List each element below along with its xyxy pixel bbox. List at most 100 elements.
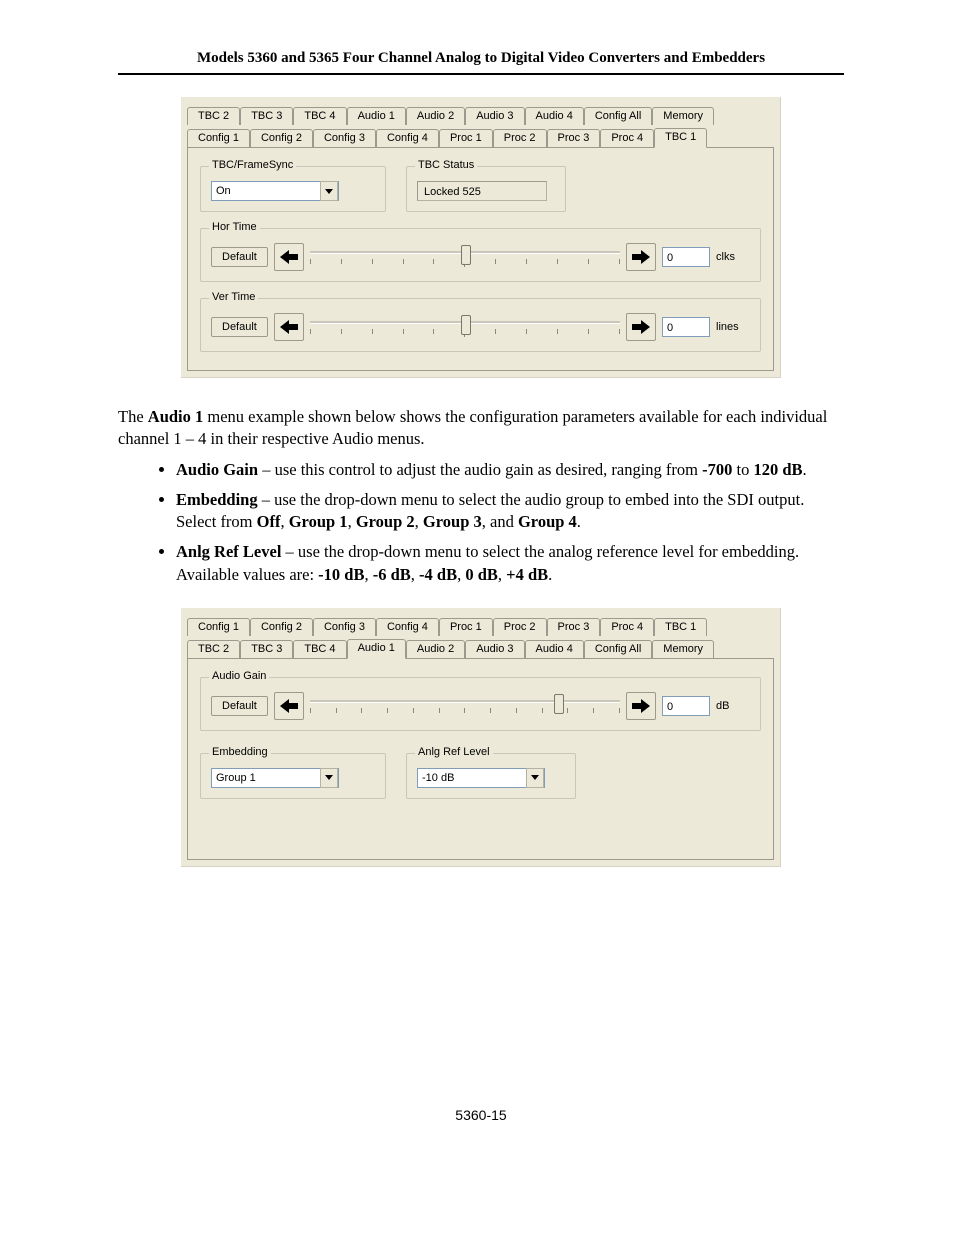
ver-time-group: Ver Time Default 0 lines — [200, 298, 761, 352]
tab-tbc2[interactable]: TBC 2 — [187, 640, 240, 658]
hor-time-slider[interactable] — [310, 243, 620, 271]
tab-proc3[interactable]: Proc 3 — [547, 618, 601, 636]
tab-audio2[interactable]: Audio 2 — [406, 640, 465, 658]
bullet-embedding: Embedding – use the drop-down menu to se… — [176, 489, 844, 534]
tab-config3[interactable]: Config 3 — [313, 129, 376, 147]
audio-gain-group: Audio Gain Default 0 dB — [200, 677, 761, 731]
anlg-ref-legend: Anlg Ref Level — [415, 746, 493, 758]
tab-proc3[interactable]: Proc 3 — [547, 129, 601, 147]
audio-gain-legend: Audio Gain — [209, 670, 269, 682]
hor-time-value[interactable]: 0 — [662, 247, 710, 267]
tab-proc1[interactable]: Proc 1 — [439, 129, 493, 147]
tab-config2[interactable]: Config 2 — [250, 618, 313, 636]
anlg-ref-dropdown[interactable]: -10 dB — [417, 768, 545, 788]
tab-proc1[interactable]: Proc 1 — [439, 618, 493, 636]
tab-config1[interactable]: Config 1 — [187, 618, 250, 636]
arrow-left-icon — [280, 250, 298, 264]
embedding-legend: Embedding — [209, 746, 271, 758]
tab-memory[interactable]: Memory — [652, 107, 714, 125]
ver-time-slider[interactable] — [310, 313, 620, 341]
tbc-status-group: TBC Status Locked 525 — [406, 166, 566, 212]
ver-time-thumb[interactable] — [461, 315, 471, 335]
ver-time-increment-button[interactable] — [626, 313, 656, 341]
tab-tbc1[interactable]: TBC 1 — [654, 618, 707, 636]
tab-tbc4[interactable]: TBC 4 — [293, 640, 346, 658]
audio-gain-value[interactable]: 0 — [662, 696, 710, 716]
tbc1-tabbody: TBC/FrameSync On TBC Status Locked 525 H… — [187, 147, 774, 371]
arrow-right-icon — [632, 320, 650, 334]
ver-time-value[interactable]: 0 — [662, 317, 710, 337]
tab-config1[interactable]: Config 1 — [187, 129, 250, 147]
tab-proc4[interactable]: Proc 4 — [600, 129, 654, 147]
audio-gain-unit: dB — [716, 700, 750, 712]
audio-gain-thumb[interactable] — [554, 694, 564, 714]
tbc-status-legend: TBC Status — [415, 159, 477, 171]
hor-time-legend: Hor Time — [209, 221, 260, 233]
tab-config4[interactable]: Config 4 — [376, 618, 439, 636]
chevron-down-icon[interactable] — [526, 768, 544, 788]
arrow-right-icon — [632, 699, 650, 713]
embedding-dropdown[interactable]: Group 1 — [211, 768, 339, 788]
tab-tbc1[interactable]: TBC 1 — [654, 128, 707, 148]
ver-time-unit: lines — [716, 321, 750, 333]
tbc-framesync-value: On — [212, 185, 320, 197]
tab-tbc2[interactable]: TBC 2 — [187, 107, 240, 125]
arrow-left-icon — [280, 699, 298, 713]
tab-memory[interactable]: Memory — [652, 640, 714, 658]
tab-audio4[interactable]: Audio 4 — [525, 640, 584, 658]
arrow-right-icon — [632, 250, 650, 264]
anlg-ref-value: -10 dB — [418, 772, 526, 784]
tab-config4[interactable]: Config 4 — [376, 129, 439, 147]
ver-time-default-button[interactable]: Default — [211, 317, 268, 337]
hor-time-decrement-button[interactable] — [274, 243, 304, 271]
arrow-left-icon — [280, 320, 298, 334]
hor-time-unit: clks — [716, 251, 750, 263]
tbc-framesync-legend: TBC/FrameSync — [209, 159, 296, 171]
audio-gain-default-button[interactable]: Default — [211, 696, 268, 716]
tab-proc2[interactable]: Proc 2 — [493, 129, 547, 147]
tab-audio4[interactable]: Audio 4 — [525, 107, 584, 125]
tbc1-tabrow-bottom: Config 1 Config 2 Config 3 Config 4 Proc… — [181, 125, 780, 147]
page-header: Models 5360 and 5365 Four Channel Analog… — [118, 50, 844, 75]
audio1-tabbody: Audio Gain Default 0 dB — [187, 658, 774, 860]
ver-time-decrement-button[interactable] — [274, 313, 304, 341]
tbc1-tabrow-top: TBC 2 TBC 3 TBC 4 Audio 1 Audio 2 Audio … — [181, 97, 780, 125]
tbc1-panel: TBC 2 TBC 3 TBC 4 Audio 1 Audio 2 Audio … — [181, 97, 781, 378]
audio1-tabrow-bottom: TBC 2 TBC 3 TBC 4 Audio 1 Audio 2 Audio … — [181, 636, 780, 658]
page-footer: 5360-15 — [118, 1107, 844, 1123]
anlg-ref-group: Anlg Ref Level -10 dB — [406, 753, 576, 799]
tab-audio1[interactable]: Audio 1 — [347, 639, 406, 659]
audio-gain-decrement-button[interactable] — [274, 692, 304, 720]
hor-time-increment-button[interactable] — [626, 243, 656, 271]
tab-proc2[interactable]: Proc 2 — [493, 618, 547, 636]
tbc-status-value: Locked 525 — [417, 181, 547, 201]
tab-audio3[interactable]: Audio 3 — [465, 107, 524, 125]
tbc-framesync-dropdown[interactable]: On — [211, 181, 339, 201]
embedding-value: Group 1 — [212, 772, 320, 784]
hor-time-default-button[interactable]: Default — [211, 247, 268, 267]
audio-gain-increment-button[interactable] — [626, 692, 656, 720]
paragraph-audio1: The Audio 1 menu example shown below sho… — [118, 406, 844, 451]
tab-tbc4[interactable]: TBC 4 — [293, 107, 346, 125]
tab-config3[interactable]: Config 3 — [313, 618, 376, 636]
tab-tbc3[interactable]: TBC 3 — [240, 107, 293, 125]
tbc-framesync-group: TBC/FrameSync On — [200, 166, 386, 212]
hor-time-thumb[interactable] — [461, 245, 471, 265]
tab-audio2[interactable]: Audio 2 — [406, 107, 465, 125]
chevron-down-icon[interactable] — [320, 181, 338, 201]
tab-proc4[interactable]: Proc 4 — [600, 618, 654, 636]
audio1-panel: Config 1 Config 2 Config 3 Config 4 Proc… — [181, 608, 781, 867]
tab-configall[interactable]: Config All — [584, 640, 652, 658]
audio-gain-slider[interactable] — [310, 692, 620, 720]
audio1-tabrow-top: Config 1 Config 2 Config 3 Config 4 Proc… — [181, 608, 780, 636]
bullet-anlg-ref: Anlg Ref Level – use the drop-down menu … — [176, 541, 844, 586]
chevron-down-icon[interactable] — [320, 768, 338, 788]
tab-audio3[interactable]: Audio 3 — [465, 640, 524, 658]
tab-tbc3[interactable]: TBC 3 — [240, 640, 293, 658]
tab-audio1[interactable]: Audio 1 — [347, 107, 406, 125]
bullets: Audio Gain – use this control to adjust … — [118, 459, 844, 586]
embedding-group: Embedding Group 1 — [200, 753, 386, 799]
tab-configall[interactable]: Config All — [584, 107, 652, 125]
tab-config2[interactable]: Config 2 — [250, 129, 313, 147]
hor-time-group: Hor Time Default 0 clks — [200, 228, 761, 282]
